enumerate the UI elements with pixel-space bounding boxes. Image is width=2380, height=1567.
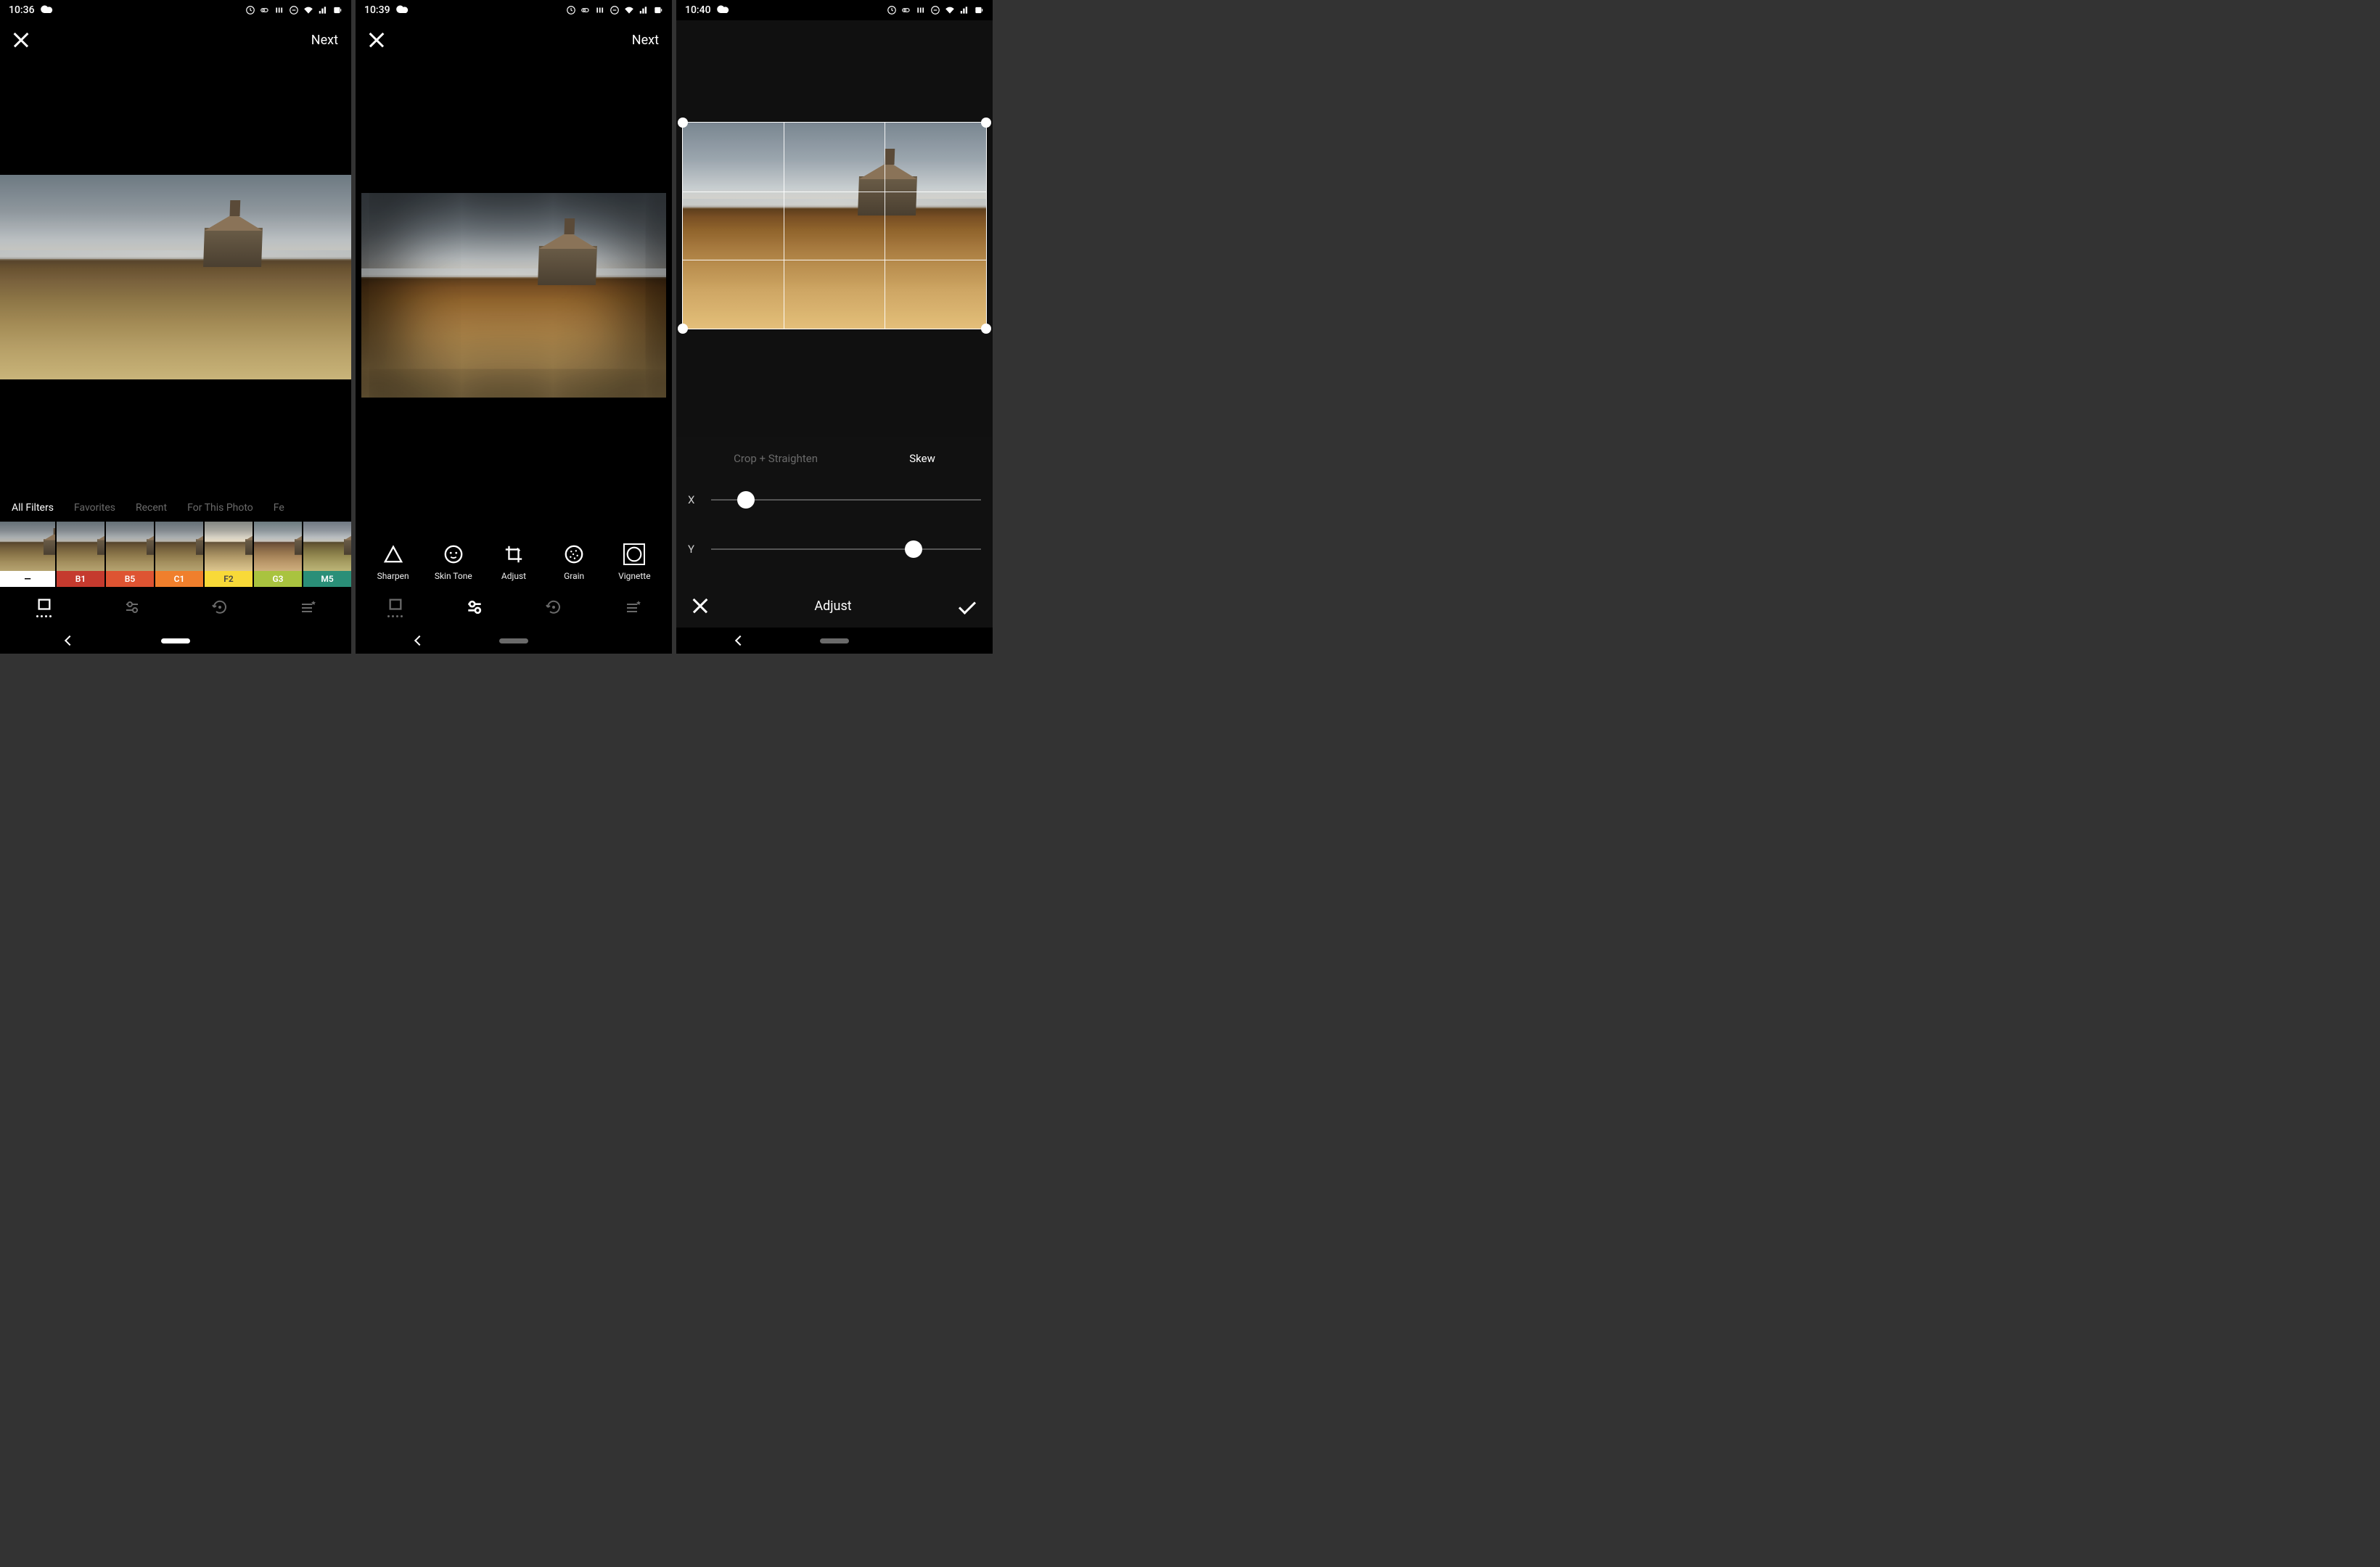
slider-x: X [688,485,981,514]
bottom-toolbar [0,587,351,628]
top-bar: Next [0,20,351,59]
filter-thumb-c1[interactable]: C1 [155,522,203,587]
filter-thumb-b1[interactable]: B1 [57,522,104,587]
nav-back-icon[interactable] [735,636,745,646]
android-nav [356,628,672,654]
image-preview[interactable] [356,59,672,530]
triangle-icon [382,543,404,565]
crop-handle-tl[interactable] [678,118,688,128]
crop-handle-tr[interactable] [981,118,991,128]
filter-thumb-b5[interactable]: B5 [106,522,154,587]
tool-skintone[interactable]: Skin Tone [427,543,480,581]
slider-x-track[interactable] [711,499,981,501]
history-icon[interactable] [543,597,564,617]
filter-thumb-none[interactable]: — [0,522,55,587]
history-icon[interactable] [210,597,230,617]
filter-cat-favorites[interactable]: Favorites [74,502,115,514]
crop-handle-br[interactable] [981,324,991,334]
adjust-footer: Adjust [688,584,981,628]
grain-icon [563,543,585,565]
next-button[interactable]: Next [311,33,338,48]
status-time: 10:39 [364,4,390,16]
crop-icon [503,543,525,565]
status-icons [566,5,663,15]
adjust-panel: Crop + Straighten Skew X Y Adjust [676,437,993,628]
cloud-icon [717,4,730,16]
bottom-toolbar [356,587,672,628]
slider-y-knob[interactable] [905,540,922,558]
screen-adjust: 10:40 [676,0,993,654]
filter-thumb-g3[interactable]: G3 [254,522,302,587]
slider-y: Y [688,535,981,564]
tool-adjust[interactable]: Adjust [488,543,540,581]
sliders-icon[interactable] [464,597,485,617]
cloud-icon [41,4,54,16]
nav-home-icon[interactable] [499,638,528,643]
recipes-icon[interactable] [623,597,643,617]
status-icons [887,5,984,15]
tool-grain[interactable]: Grain [548,543,600,581]
tool-sharpen[interactable]: Sharpen [367,543,419,581]
filter-thumb-m5[interactable]: M5 [303,522,351,587]
slider-x-knob[interactable] [737,491,755,509]
vignette-icon [623,543,645,565]
nav-home-icon[interactable] [820,638,849,643]
adjust-tabs: Crop + Straighten Skew [688,452,981,465]
filter-category-tabs: All Filters Favorites Recent For This Ph… [0,494,351,522]
next-button[interactable]: Next [632,33,659,48]
filter-cat-more[interactable]: Fe [274,502,284,514]
recipes-icon[interactable] [298,597,318,617]
status-time: 10:40 [685,4,711,16]
crop-canvas[interactable] [676,20,993,437]
nav-home-icon[interactable] [161,638,190,643]
presets-icon[interactable] [34,597,54,617]
crop-frame[interactable] [682,122,987,329]
adjust-title: Adjust [814,599,851,614]
status-bar: 10:36 [0,0,351,20]
top-bar: Next [356,20,672,59]
status-bar: 10:39 [356,0,672,20]
face-icon [443,543,464,565]
filter-thumb-f2[interactable]: F2 [205,522,253,587]
android-nav [0,628,351,654]
tab-crop-straighten[interactable]: Crop + Straighten [734,452,818,465]
presets-icon[interactable] [385,597,406,617]
screen-filters: 10:36 Next All Filters Favorites Recent [0,0,351,654]
edit-tools-row: Sharpen Skin Tone Adjust Grain Vignette [356,530,672,587]
sliders-icon[interactable] [122,597,142,617]
confirm-button[interactable] [959,597,976,614]
slider-y-track[interactable] [711,548,981,550]
status-icons [245,5,342,15]
crop-handle-bl[interactable] [678,324,688,334]
status-time: 10:36 [9,4,35,16]
cloud-icon [396,4,409,16]
filter-cat-all[interactable]: All Filters [12,502,54,514]
filter-cat-recent[interactable]: Recent [136,502,167,514]
status-bar: 10:40 [676,0,993,20]
image-preview[interactable] [0,59,351,494]
screen-tools: 10:39 Next Sharpen [356,0,672,654]
android-nav [676,628,993,654]
filter-thumbnails: — B1 B5 C1 F2 G3 M5 [0,522,351,587]
close-button[interactable] [369,32,385,48]
filter-cat-forthisphoto[interactable]: For This Photo [187,502,253,514]
tab-skew[interactable]: Skew [909,452,935,465]
cancel-button[interactable] [694,599,707,612]
tool-vignette[interactable]: Vignette [608,543,660,581]
slider-y-label: Y [688,543,698,556]
nav-back-icon[interactable] [65,636,75,646]
close-button[interactable] [13,32,29,48]
slider-x-label: X [688,493,698,506]
nav-back-icon[interactable] [414,636,424,646]
